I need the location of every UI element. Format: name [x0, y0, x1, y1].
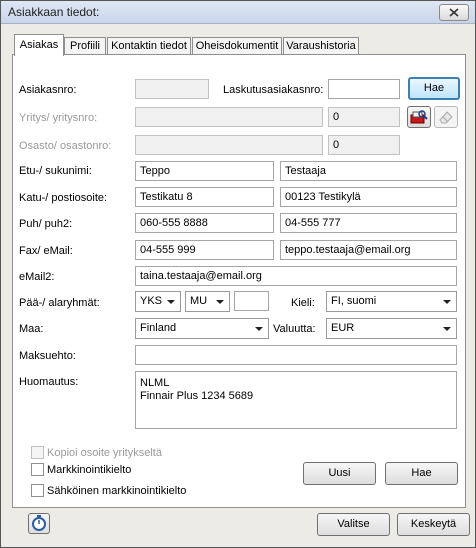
billing-no-field[interactable] [328, 79, 400, 99]
cancel-button[interactable]: Keskeytä [397, 513, 470, 536]
card-search-icon [410, 110, 428, 124]
email-field[interactable]: teppo.testaaja@email.org [280, 240, 457, 260]
title-bar: Asiakkaan tiedot: [1, 1, 475, 24]
tab-kontaktin-tiedot[interactable]: Kontaktin tiedot [107, 37, 191, 55]
billing-no-label: Laskutusasiakasnro: [223, 84, 324, 96]
sub-group-select[interactable]: MU [185, 291, 230, 312]
window-title: Asiakkaan tiedot: [8, 5, 100, 19]
currency-label: Valuutta: [273, 323, 316, 335]
chevron-down-icon [443, 300, 451, 304]
remarks-textarea[interactable]: NLML Finnair Plus 1234 5689 [135, 371, 457, 429]
country-select[interactable]: Finland [135, 318, 269, 339]
email2-field[interactable]: taina.testaaja@email.org [135, 266, 457, 286]
select-button[interactable]: Valitse [317, 513, 390, 536]
street-field[interactable]: Testikatu 8 [135, 187, 274, 207]
chevron-down-icon [255, 327, 263, 331]
address-label: Katu-/ postiosoite: [19, 192, 108, 204]
email2-label: eMail2: [19, 271, 55, 283]
department-no-field[interactable]: 0 [328, 135, 400, 155]
clear-button[interactable] [434, 106, 458, 128]
chevron-down-icon [443, 327, 451, 331]
phone-label: Puh/ puh2: [19, 218, 73, 230]
language-select[interactable]: FI, suomi [326, 291, 457, 312]
stopwatch-icon [32, 515, 46, 531]
copy-company-address-checkbox[interactable] [31, 446, 44, 459]
country-value: Finland [140, 322, 177, 334]
tab-profiili[interactable]: Profiili [64, 37, 106, 55]
close-icon [449, 8, 459, 17]
groups-label: Pää-/ alaryhmät: [19, 297, 100, 309]
card-search-button[interactable] [407, 106, 431, 128]
remarks-label: Huomautus: [19, 376, 79, 388]
close-button[interactable] [439, 4, 469, 21]
fax-field[interactable]: 04-555 999 [135, 240, 274, 260]
email-marketing-ban-label: Sähköinen markkinointikielto [47, 485, 187, 497]
main-group-select[interactable]: YKS [135, 291, 181, 312]
tab-oheisdokumentit[interactable]: Oheisdokumentit [192, 37, 282, 55]
timer-button[interactable] [28, 513, 50, 534]
search-top-button[interactable]: Hae [408, 77, 460, 100]
phone-field[interactable]: 060-555 8888 [135, 213, 274, 233]
sub-group-value: MU [190, 295, 208, 307]
main-group-value: YKS [140, 295, 163, 307]
marketing-ban-checkbox[interactable] [31, 463, 44, 476]
language-label: Kieli: [291, 297, 315, 309]
country-label: Maa: [19, 323, 44, 335]
postal-field[interactable]: 00123 Testikylä [280, 187, 457, 207]
currency-select[interactable]: EUR [326, 318, 457, 339]
payment-terms-field[interactable] [135, 345, 457, 365]
group-extra-field[interactable] [234, 291, 269, 311]
customer-no-label: Asiakasnro: [19, 84, 77, 96]
chevron-down-icon [167, 300, 175, 304]
eraser-icon [439, 111, 453, 124]
search-button[interactable]: Hae [385, 462, 458, 485]
payment-terms-label: Maksuehto: [19, 350, 76, 362]
phone2-field[interactable]: 04-555 777 [280, 213, 457, 233]
company-label: Yritys/ yritysnro: [19, 112, 98, 124]
department-label: Osasto/ osastonro: [19, 140, 112, 152]
department-name-field[interactable] [135, 135, 323, 155]
name-label: Etu-/ sukunimi: [19, 165, 92, 177]
tab-asiakas[interactable]: Asiakas [14, 34, 64, 56]
fax-email-label: Fax/ eMail: [19, 245, 73, 257]
email-marketing-ban-checkbox[interactable] [31, 484, 44, 497]
language-value: FI, suomi [331, 295, 377, 307]
chevron-down-icon [216, 300, 224, 304]
first-name-field[interactable]: Teppo [135, 161, 274, 181]
marketing-ban-label: Markkinointikielto [47, 464, 132, 476]
customer-dialog: Asiakkaan tiedot: Asiakas Profiili Konta… [0, 0, 476, 548]
new-button[interactable]: Uusi [303, 462, 376, 485]
last-name-field[interactable]: Testaaja [280, 161, 457, 181]
copy-company-address-label: Kopioi osoite yritykseltä [47, 447, 162, 459]
company-name-field[interactable] [135, 107, 323, 127]
remarks-line: NLML [140, 377, 170, 389]
tab-varaushistoria[interactable]: Varaushistoria [283, 37, 359, 55]
remarks-line: Finnair Plus 1234 5689 [140, 390, 254, 402]
currency-value: EUR [331, 322, 355, 334]
company-no-field[interactable]: 0 [328, 107, 400, 127]
customer-no-field[interactable] [135, 79, 209, 99]
